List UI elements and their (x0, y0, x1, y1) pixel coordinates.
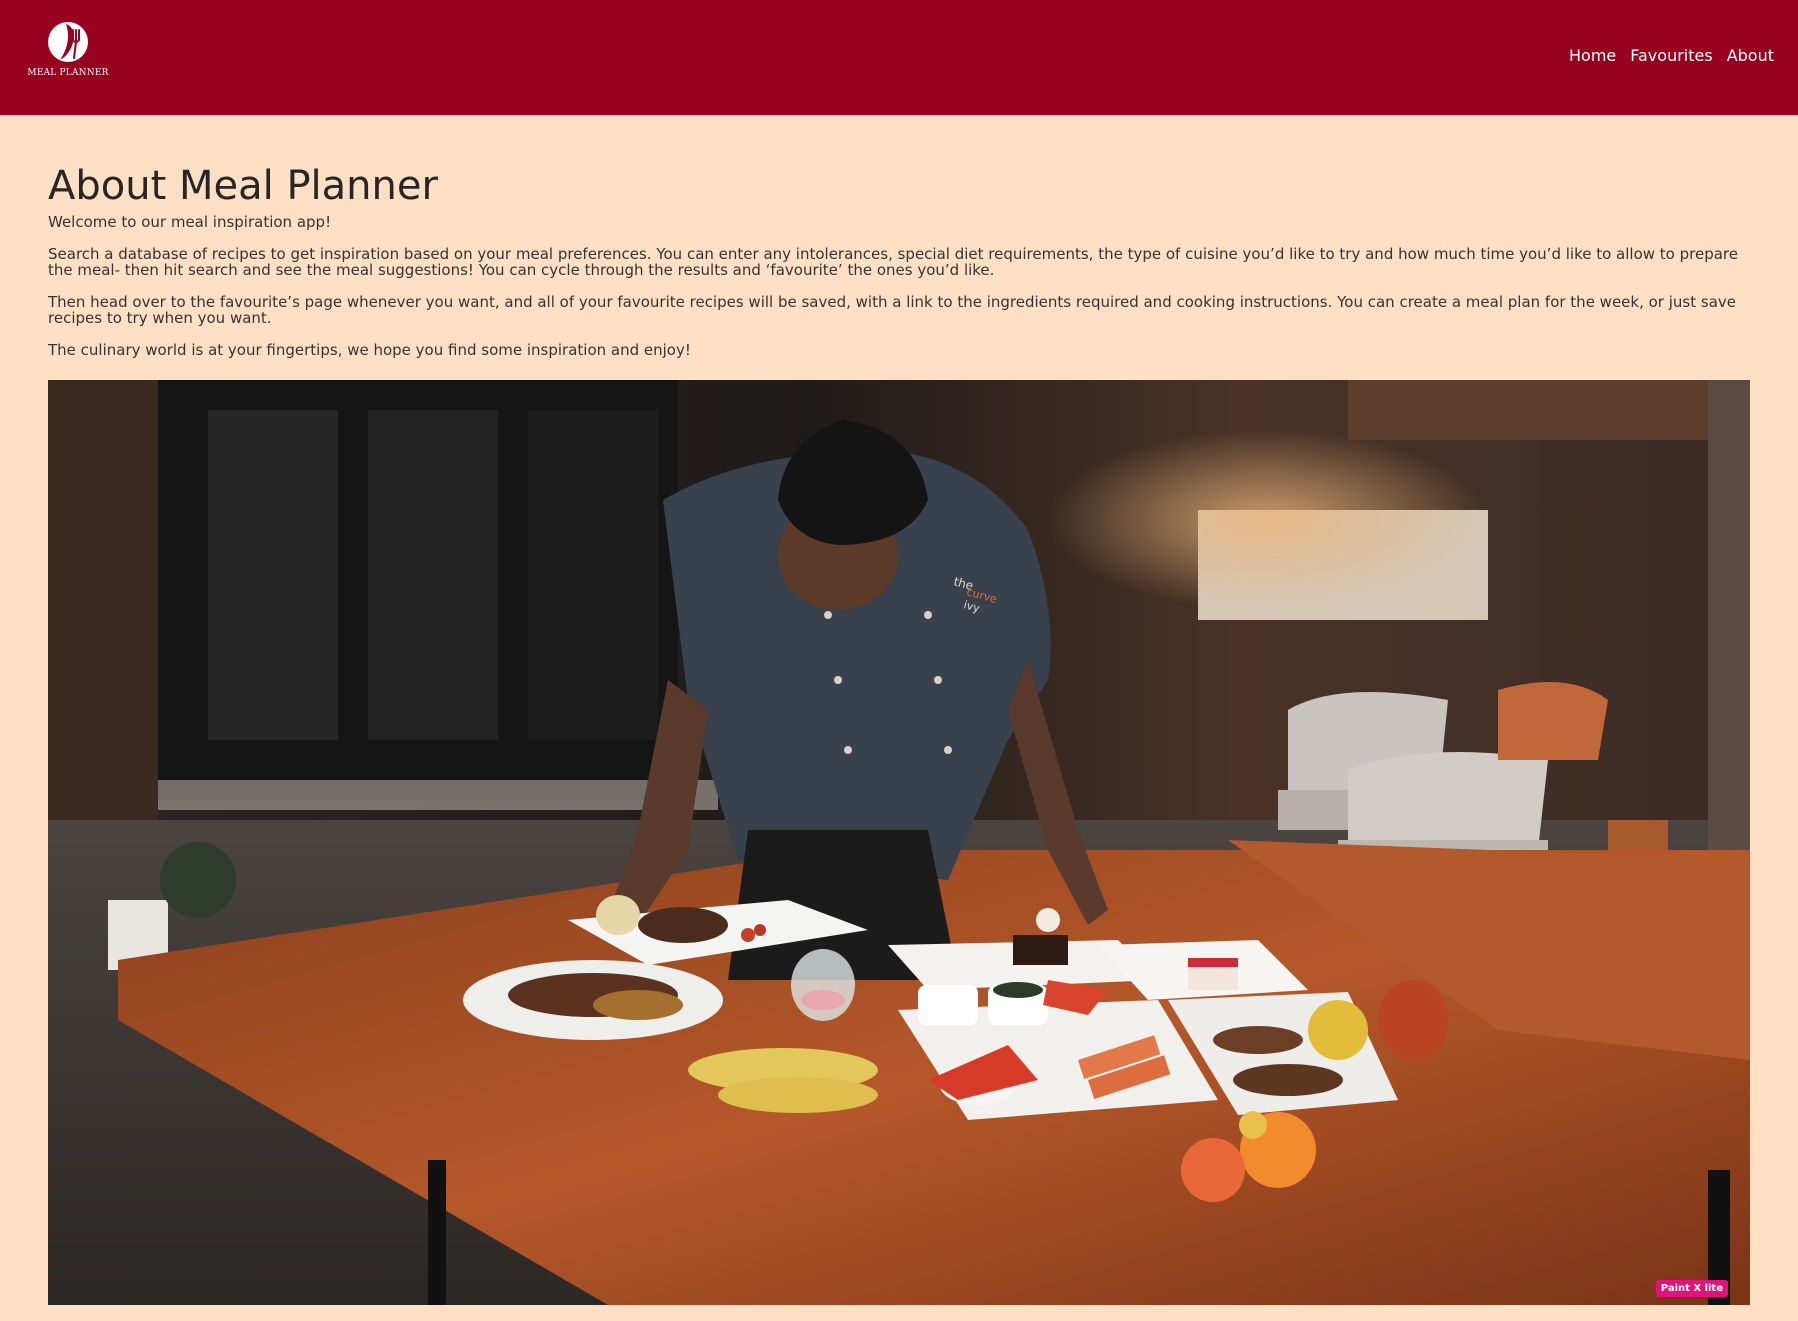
nav-about-link[interactable]: About (1727, 46, 1774, 65)
top-navbar: MEAL PLANNER Home Favourites About (0, 0, 1798, 115)
favourites-paragraph: Then head over to the favourite’s page w… (48, 293, 1736, 327)
chef-hero-image: the curve ivy Paint X lite (48, 380, 1750, 1305)
plate-fork-leaf-icon (48, 22, 88, 62)
search-paragraph: Search a database of recipes to get insp… (48, 245, 1738, 279)
page-title: About Meal Planner (48, 163, 438, 209)
nav-favourites-link[interactable]: Favourites (1630, 46, 1712, 65)
intro-paragraph: Welcome to our meal inspiration app! (48, 213, 332, 231)
paint-x-lite-badge: Paint X lite (1655, 1280, 1728, 1297)
about-section: About Meal Planner Welcome to our meal i… (48, 160, 1750, 374)
nav-home-link[interactable]: Home (1569, 46, 1616, 65)
logo-text: MEAL PLANNER (27, 68, 109, 78)
chef-plating-illustration: the curve ivy (48, 380, 1750, 1305)
main-nav: Home Favourites About (1569, 46, 1774, 65)
brand-logo[interactable]: MEAL PLANNER (27, 18, 108, 82)
closing-paragraph: The culinary world is at your fingertips… (48, 341, 691, 359)
